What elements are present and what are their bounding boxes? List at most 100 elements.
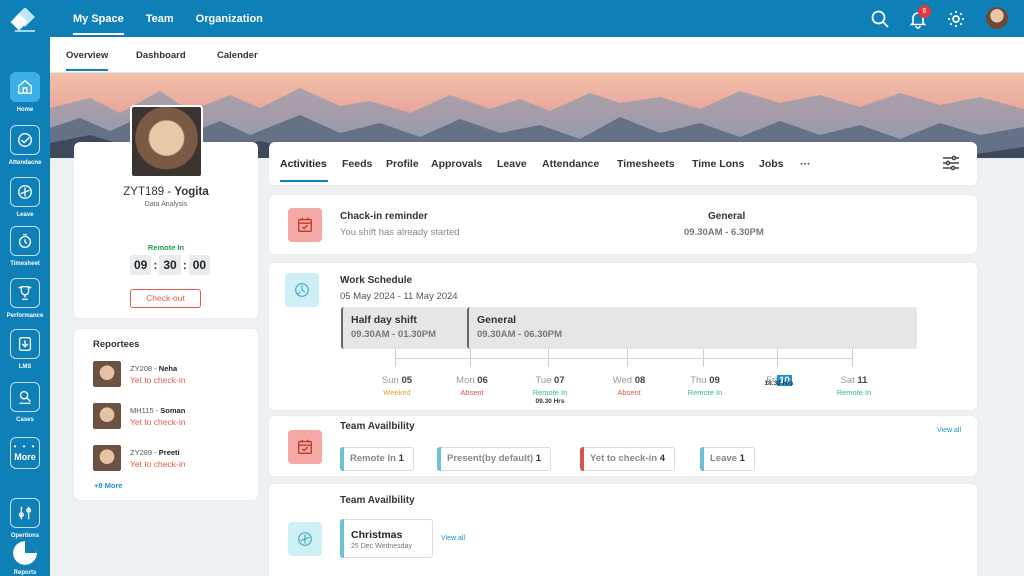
active-tab-indicator	[280, 180, 328, 182]
checkin-title: Chack-in reminder	[340, 211, 428, 222]
nav-team[interactable]: Team	[146, 0, 174, 37]
sidebar-item-label: LMS	[18, 364, 32, 370]
day-status: Remote In	[532, 388, 568, 397]
shift-time: 09.30AM - 6.30PM	[684, 227, 764, 238]
day-tue[interactable]: Tue 07 Remote In 09.30 Hrs	[515, 375, 585, 405]
schedule-icon	[285, 273, 319, 307]
view-all-link[interactable]: View all	[937, 427, 961, 434]
reportee-item[interactable]: ZY208 - Neha Yet to check-in	[93, 361, 243, 389]
sidebar: Home Attendacne Leave Timesheet Performa…	[0, 0, 50, 576]
day-sun[interactable]: Sun 05 Weeked	[362, 375, 432, 397]
holiday-item[interactable]: Christmas 25 Dec Wednesday	[340, 519, 433, 558]
more-reportees-link[interactable]: +8 More	[94, 481, 123, 490]
day-thu[interactable]: Thu 09 Remote In	[670, 375, 740, 397]
pie-chart-icon	[10, 538, 40, 568]
title-separator: -	[164, 186, 175, 198]
sidebar-item-operations[interactable]: Opertions	[0, 498, 50, 539]
subnav-overview[interactable]: Overview	[66, 50, 109, 71]
timeline-tick	[470, 349, 471, 367]
tab-profile[interactable]: Profile	[386, 158, 419, 170]
sidebar-item-reports[interactable]: Reports	[0, 538, 50, 576]
tab-timesheets[interactable]: Timesheets	[617, 158, 675, 170]
day-date: 06	[477, 375, 488, 386]
day-of-week: Thu	[690, 375, 707, 386]
calendar-check-icon	[288, 430, 322, 464]
reportee-item[interactable]: MH115 - Soman Yet to check-in	[93, 403, 243, 431]
reportee-name: Preeti	[158, 448, 180, 457]
sidebar-item-label: Leave	[16, 212, 34, 218]
reportee-item[interactable]: ZY289 - Preeti Yet to check-in	[93, 445, 243, 473]
sidebar-item-attendance[interactable]: Attendacne	[0, 125, 50, 166]
day-of-week: Sun	[381, 375, 399, 386]
shift-bar[interactable]: Half day shift 09.30AM - 01.30PM	[341, 307, 467, 349]
day-fri[interactable]: Fri 10 18.30 Hrs	[744, 375, 814, 387]
sidebar-item-performance[interactable]: Performance	[0, 278, 50, 319]
day-date: 11	[857, 375, 868, 386]
work-status: Remote In	[147, 243, 185, 252]
sidebar-item-label: Reports	[13, 570, 37, 576]
checkin-subtitle: You shift has already started	[340, 227, 460, 238]
day-of-week: Mon	[456, 375, 475, 386]
availability-pill[interactable]: Remote In 1	[340, 447, 414, 471]
cases-icon	[10, 382, 40, 412]
sidebar-item-label: Home	[16, 107, 34, 113]
tab-activities[interactable]: Activities	[280, 158, 327, 170]
sidebar-item-cases[interactable]: Cases	[0, 382, 50, 423]
day-status: Absent	[460, 388, 484, 397]
sidebar-item-timesheet[interactable]: Timesheet	[0, 226, 50, 267]
subnav-calender[interactable]: Calender	[217, 50, 258, 61]
day-mon[interactable]: Mon 06 Absent	[437, 375, 507, 397]
employee-name: Yogita	[174, 186, 209, 198]
user-avatar[interactable]	[986, 7, 1008, 29]
day-sat[interactable]: Sat 11 Remote In	[819, 375, 889, 397]
pill-count: 4	[659, 453, 665, 464]
day-date: 08	[634, 375, 646, 386]
subnav-dashboard[interactable]: Dashboard	[136, 50, 186, 61]
avatar	[93, 403, 121, 429]
sidebar-item-more[interactable]: • • • More	[0, 437, 50, 469]
clock-hours: 09	[130, 255, 152, 275]
app-logo[interactable]	[9, 8, 41, 34]
search-icon[interactable]	[870, 9, 890, 29]
download-icon	[10, 329, 40, 359]
timeline-tick	[852, 349, 853, 367]
day-wed[interactable]: Wed 08 Absent	[594, 375, 664, 397]
timeline-tick	[627, 349, 628, 367]
pill-count: 1	[398, 453, 404, 464]
tab-approvals[interactable]: Approvals	[431, 158, 482, 170]
tab-time-logs[interactable]: Time Lons	[692, 158, 744, 170]
tab-attendance[interactable]: Attendance	[542, 158, 599, 170]
sidebar-item-home[interactable]: Home	[0, 72, 50, 113]
day-date: 05	[401, 375, 413, 386]
day-status: Weeked	[383, 388, 411, 397]
shift-bar[interactable]: General 09.30AM - 06.30PM	[467, 307, 917, 349]
pill-count: 1	[739, 453, 745, 464]
day-hours: 09.30 Hrs	[535, 398, 565, 405]
nav-organization[interactable]: Organization	[196, 0, 263, 37]
employee-role: Data Analysis	[144, 201, 188, 208]
pill-count: 1	[535, 453, 541, 464]
holiday-name: Christmas	[351, 529, 403, 541]
availability-pill[interactable]: Leave 1	[700, 447, 755, 471]
nav-my-space[interactable]: My Space	[73, 0, 124, 37]
team-title: Team Availbility	[340, 421, 415, 432]
sidebar-item-leave[interactable]: Leave	[0, 177, 50, 218]
tab-more[interactable]: ···	[800, 158, 811, 170]
availability-pill[interactable]: Yet to check-in 4	[580, 447, 675, 471]
filter-icon[interactable]	[942, 155, 960, 171]
tab-feeds[interactable]: Feeds	[342, 158, 372, 170]
tab-leave[interactable]: Leave	[497, 158, 527, 170]
reportee-name: Soman	[160, 406, 186, 415]
sidebar-item-lms[interactable]: LMS	[0, 329, 50, 370]
view-all-link[interactable]: View all	[441, 535, 465, 542]
timeline-line	[395, 358, 853, 359]
home-icon	[10, 72, 40, 102]
day-date: 07	[554, 375, 565, 386]
availability-pill[interactable]: Present(by default) 1	[437, 447, 551, 471]
checkout-button[interactable]: Check-out	[130, 289, 201, 308]
gear-icon[interactable]	[946, 9, 966, 29]
sidebar-item-label: Attendacne	[8, 160, 42, 166]
holiday-date: 25 Dec Wednesday	[351, 543, 412, 550]
avatar	[93, 361, 121, 387]
tab-jobs[interactable]: Jobs	[759, 158, 784, 170]
